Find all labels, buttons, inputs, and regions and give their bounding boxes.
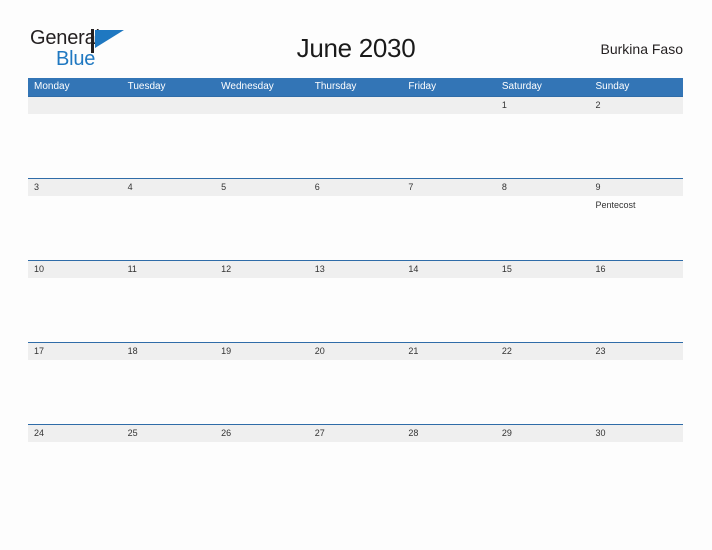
weekday-header-wednesday: Wednesday xyxy=(221,81,274,92)
general-blue-logo[interactable]: General Blue xyxy=(30,28,140,74)
date-cell[interactable]: 4 xyxy=(122,179,216,196)
date-cell[interactable] xyxy=(309,97,403,114)
date-cell[interactable]: 15 xyxy=(496,261,590,278)
weekday-header-row: Monday Tuesday Wednesday Thursday Friday… xyxy=(28,78,683,96)
date-cell[interactable]: 28 xyxy=(402,425,496,442)
event-cell[interactable] xyxy=(589,442,683,506)
event-cell[interactable] xyxy=(402,278,496,342)
event-cell[interactable] xyxy=(122,114,216,178)
date-cell[interactable]: 27 xyxy=(309,425,403,442)
date-cell[interactable]: 8 xyxy=(496,179,590,196)
event-cell[interactable] xyxy=(122,442,216,506)
event-cell[interactable] xyxy=(309,278,403,342)
date-cell[interactable]: 23 xyxy=(589,343,683,360)
date-cell[interactable]: 2 xyxy=(589,97,683,114)
date-cell[interactable]: 14 xyxy=(402,261,496,278)
event-cell[interactable] xyxy=(402,442,496,506)
date-cell[interactable]: 1 xyxy=(496,97,590,114)
event-cell[interactable] xyxy=(309,360,403,424)
event-cell[interactable] xyxy=(496,442,590,506)
date-cell[interactable]: 21 xyxy=(402,343,496,360)
event-cell[interactable] xyxy=(215,442,309,506)
event-cell[interactable] xyxy=(309,442,403,506)
event-cell[interactable] xyxy=(496,196,590,260)
calendar-week-row: 3 4 5 6 7 8 9 Pentecost xyxy=(28,178,683,260)
event-cell[interactable] xyxy=(309,196,403,260)
date-cell[interactable] xyxy=(215,97,309,114)
date-cell[interactable]: 22 xyxy=(496,343,590,360)
event-cell[interactable] xyxy=(122,360,216,424)
week-event-band xyxy=(28,114,683,178)
date-cell[interactable]: 3 xyxy=(28,179,122,196)
date-cell[interactable] xyxy=(402,97,496,114)
date-cell[interactable]: 7 xyxy=(402,179,496,196)
date-cell[interactable]: 25 xyxy=(122,425,216,442)
week-event-band xyxy=(28,278,683,342)
date-cell[interactable]: 20 xyxy=(309,343,403,360)
flag-triangle-icon xyxy=(91,29,124,53)
date-cell[interactable]: 17 xyxy=(28,343,122,360)
event-cell[interactable] xyxy=(28,442,122,506)
event-cell[interactable] xyxy=(402,196,496,260)
event-cell[interactable] xyxy=(28,196,122,260)
date-cell[interactable] xyxy=(28,97,122,114)
week-date-band: 17 18 19 20 21 22 23 xyxy=(28,342,683,360)
weekday-header-sunday: Sunday xyxy=(595,81,630,92)
event-cell[interactable] xyxy=(496,114,590,178)
event-cell[interactable] xyxy=(122,196,216,260)
event-cell[interactable] xyxy=(496,278,590,342)
event-cell[interactable] xyxy=(402,360,496,424)
date-cell[interactable]: 18 xyxy=(122,343,216,360)
calendar-week-row: 24 25 26 27 28 29 30 xyxy=(28,424,683,506)
date-cell[interactable] xyxy=(122,97,216,114)
event-cell[interactable] xyxy=(28,278,122,342)
calendar-week-row: 1 2 xyxy=(28,96,683,178)
date-cell[interactable]: 12 xyxy=(215,261,309,278)
event-cell[interactable] xyxy=(589,278,683,342)
date-cell[interactable]: 30 xyxy=(589,425,683,442)
event-cell[interactable] xyxy=(215,196,309,260)
week-date-band: 10 11 12 13 14 15 16 xyxy=(28,260,683,278)
event-cell[interactable] xyxy=(122,278,216,342)
event-cell[interactable] xyxy=(496,360,590,424)
date-cell[interactable]: 11 xyxy=(122,261,216,278)
week-event-band xyxy=(28,442,683,506)
date-cell[interactable]: 10 xyxy=(28,261,122,278)
event-cell[interactable] xyxy=(215,114,309,178)
weekday-header-saturday: Saturday xyxy=(501,81,542,92)
week-date-band: 24 25 26 27 28 29 30 xyxy=(28,424,683,442)
weekday-header-thursday: Thursday xyxy=(314,81,357,92)
week-date-band: 3 4 5 6 7 8 9 xyxy=(28,178,683,196)
calendar-week-row: 17 18 19 20 21 22 23 xyxy=(28,342,683,424)
event-cell[interactable] xyxy=(215,278,309,342)
page-header: General Blue June 2030 Burkina Faso xyxy=(0,0,712,69)
weekday-header-friday: Friday xyxy=(408,81,437,92)
event-cell[interactable] xyxy=(28,360,122,424)
event-cell[interactable] xyxy=(589,360,683,424)
event-label: Pentecost xyxy=(595,200,636,210)
event-cell[interactable] xyxy=(215,360,309,424)
calendar-week-row: 10 11 12 13 14 15 16 xyxy=(28,260,683,342)
date-cell[interactable]: 16 xyxy=(589,261,683,278)
date-cell[interactable]: 24 xyxy=(28,425,122,442)
event-cell[interactable] xyxy=(402,114,496,178)
event-cell-pentecost[interactable]: Pentecost xyxy=(589,196,683,260)
date-cell[interactable]: 6 xyxy=(309,179,403,196)
week-event-band: Pentecost xyxy=(28,196,683,260)
date-cell[interactable]: 9 xyxy=(589,179,683,196)
date-cell[interactable]: 26 xyxy=(215,425,309,442)
calendar-table: Monday Tuesday Wednesday Thursday Friday… xyxy=(28,78,683,506)
event-cell[interactable] xyxy=(309,114,403,178)
date-cell[interactable]: 5 xyxy=(215,179,309,196)
week-event-band xyxy=(28,360,683,424)
date-cell[interactable]: 13 xyxy=(309,261,403,278)
date-cell[interactable]: 19 xyxy=(215,343,309,360)
weekday-header-monday: Monday xyxy=(34,81,70,92)
date-cell[interactable]: 29 xyxy=(496,425,590,442)
event-cell[interactable] xyxy=(28,114,122,178)
event-cell[interactable] xyxy=(589,114,683,178)
region-label: Burkina Faso xyxy=(600,41,683,57)
week-date-band: 1 2 xyxy=(28,96,683,114)
weekday-header-tuesday: Tuesday xyxy=(127,81,166,92)
